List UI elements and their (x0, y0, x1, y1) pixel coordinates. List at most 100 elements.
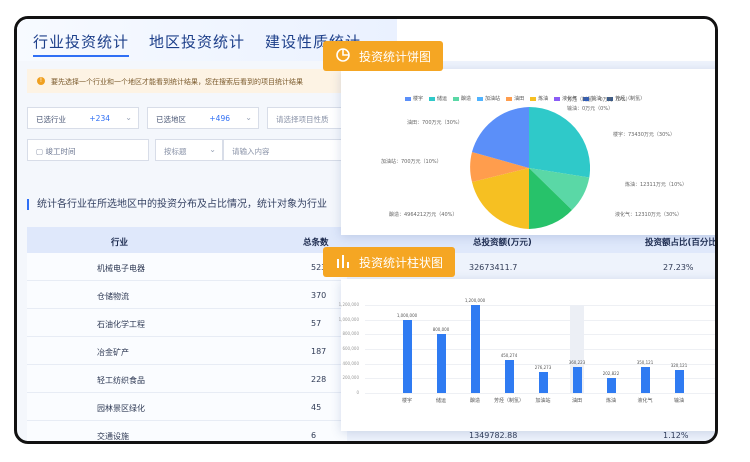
x-tick-label: 酿造 (469, 398, 480, 404)
search-input[interactable]: 请输入内容 (223, 139, 347, 161)
cell-count: 370 (311, 291, 327, 300)
tab-industry[interactable]: 行业投资统计 (33, 31, 130, 57)
y-tick-label: 0 (356, 390, 359, 395)
notice-bar: ! 要先选择一个行业和一个地区才能看到统计结果，您在搜索后看到的项目统计结果 (27, 69, 347, 93)
table-row[interactable]: 石油化学工程 57 (27, 309, 347, 337)
pie-chart-icon (336, 48, 350, 62)
y-tick-label: 200,000 (342, 375, 359, 381)
legend-swatch (405, 96, 411, 101)
cell-industry: 石油化学工程 (97, 320, 145, 329)
search-by-label: 按标题 (164, 147, 187, 156)
y-tick-label: 800,000 (342, 331, 359, 337)
app-window: 行业投资统计 地区投资统计 建设性质统计 ! 要先选择一个行业和一个地区才能看到… (14, 16, 718, 444)
region-count: +496 (209, 114, 230, 123)
bar[interactable] (572, 366, 582, 393)
cell-industry: 轻工纺织食品 (97, 376, 145, 385)
pie-slice-louyu[interactable] (529, 107, 590, 178)
legend-swatch (477, 96, 484, 101)
legend-swatch (554, 96, 561, 101)
warning-icon: ! (37, 77, 45, 85)
cell-count: 187 (311, 347, 327, 356)
bar-value-label: 350,121 (636, 360, 654, 366)
legend-swatch (506, 96, 513, 101)
notice-text: 要先选择一个行业和一个地区才能看到统计结果，您在搜索后看到的项目统计结果 (51, 78, 303, 86)
legend-item[interactable]: 酿造 (453, 95, 471, 102)
header-industry: 行业 (111, 238, 129, 248)
cell-industry: 冶金矿产 (97, 348, 129, 357)
bar-value-label: 360,223 (568, 359, 586, 365)
x-tick-label: 输油 (673, 398, 684, 404)
chevron-down-icon: ⌄ (245, 113, 252, 122)
table-row[interactable]: 冶金矿产 187 (27, 337, 347, 365)
grid-line (365, 349, 715, 350)
table-row[interactable]: 交通设施 6 (27, 421, 347, 441)
bar[interactable] (402, 319, 412, 393)
header-ratio: 投资额占比(百分比) (645, 238, 718, 248)
search-field-select[interactable]: 按标题 ⌄ (155, 139, 223, 161)
legend-item[interactable]: 油田 (506, 95, 524, 102)
legend-label: 酿造 (461, 96, 472, 102)
legend-label: 炼油 (538, 96, 549, 102)
grid-line (365, 319, 715, 321)
y-tick-label: 1,200,000 (338, 302, 359, 307)
cell-amount: 32673411.7 (469, 263, 518, 272)
grid-line (365, 334, 715, 336)
table-header: 行业 总条数 (27, 227, 347, 253)
industry-select-label: 已选行业 (36, 115, 66, 124)
grid-line (365, 305, 715, 306)
pie-card-title: 投资统计饼图 (323, 41, 444, 71)
cell-industry: 交通设施 (97, 432, 129, 441)
table-row[interactable]: 园林景区绿化 45 (27, 393, 347, 421)
table-row[interactable]: 轻工纺织食品 228 (27, 365, 347, 393)
date-label: 竣工时间 (45, 147, 76, 156)
pie-label: 炼油：12311万元（10%） (625, 182, 688, 188)
bar[interactable] (470, 305, 480, 393)
x-tick-label: 液化气 (637, 398, 653, 404)
section-description: 统计各行业在所选地区中的投资分布及占比情况，统计对象为行业 (27, 199, 327, 210)
industry-select[interactable]: 已选行业 +234 ⌄ (27, 107, 139, 129)
cell-count: 57 (311, 319, 322, 328)
cell-industry: 机械电子电器 (97, 264, 145, 273)
bar[interactable] (640, 367, 650, 393)
region-select[interactable]: 已选地区 +496 ⌄ (147, 107, 259, 129)
bar-value-label: 276,273 (534, 365, 552, 371)
legend-label: 楼宇 (413, 96, 424, 102)
pie-chart (470, 107, 590, 229)
x-tick-label: 炼油 (605, 398, 616, 404)
bar-card-title-text: 投资统计柱状图 (359, 256, 444, 270)
bar[interactable] (674, 369, 684, 393)
region-select-label: 已选地区 (156, 115, 186, 124)
pie-card-title-text: 投资统计饼图 (359, 50, 432, 64)
nature-placeholder: 请选择项目性质 (276, 115, 329, 124)
legend-swatch (429, 96, 436, 101)
tab-region[interactable]: 地区投资统计 (149, 31, 245, 52)
legend-swatch (530, 96, 537, 101)
legend-item[interactable]: 楼宇 (405, 95, 423, 102)
table-row[interactable]: 机械电子电器 523 (27, 253, 347, 281)
date-picker[interactable]: ▢ 竣工时间 (27, 139, 149, 161)
x-tick-label: 储运 (435, 398, 446, 404)
bar-card-title: 投资统计柱状图 (323, 247, 456, 277)
nature-select[interactable]: 请选择项目性质 (267, 107, 347, 129)
legend-swatch (453, 96, 460, 101)
legend-label: 储运 (437, 96, 448, 102)
cell-ratio: 1.12% (663, 431, 689, 440)
table-row[interactable]: 仓储物流 370 (27, 281, 347, 309)
grid-line (365, 393, 715, 394)
bar[interactable] (606, 378, 616, 393)
cell-industry: 园林景区绿化 (97, 404, 145, 413)
header-amount: 总投资额(万元) (473, 238, 532, 248)
cell-count: 228 (311, 375, 327, 384)
pie-label: 楼宇：73430万元（30%） (613, 132, 676, 138)
calendar-icon: ▢ (36, 147, 44, 156)
bar[interactable] (436, 334, 446, 393)
legend-item[interactable]: 储运 (429, 95, 447, 102)
pie-label: 芳烃（制氢）：0万元（0%） (567, 97, 631, 103)
cell-count: 45 (311, 403, 322, 412)
legend-item[interactable]: 加油站 (477, 95, 500, 102)
chevron-down-icon: ⌄ (209, 145, 216, 154)
bar[interactable] (504, 360, 514, 393)
legend-item[interactable]: 炼油 (530, 95, 548, 102)
x-tick-label: 加油站 (535, 398, 551, 404)
bar[interactable] (538, 372, 548, 393)
